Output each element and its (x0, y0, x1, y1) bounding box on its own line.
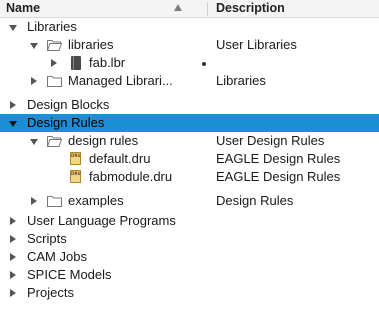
expand-arrow-icon[interactable] (30, 139, 38, 145)
tree-item-label: SPICE Models (27, 267, 112, 282)
expand-arrow-icon[interactable] (10, 101, 16, 109)
tree-item-label: Libraries (27, 19, 77, 34)
column-divider[interactable] (207, 2, 208, 16)
expand-arrow-icon[interactable] (10, 217, 16, 225)
dru-file-icon: DRU (70, 152, 81, 165)
tree-item-label: default.dru (89, 151, 151, 166)
tree-item-description: EAGLE Design Rules (216, 169, 341, 184)
tree-row-scripts[interactable]: Scripts (0, 230, 379, 248)
expand-arrow-icon[interactable] (10, 271, 16, 279)
tree-item-label: Design Rules (27, 115, 105, 130)
tree-row-libraries[interactable]: Libraries (0, 18, 379, 36)
description-column-header[interactable]: Description (216, 0, 285, 17)
expand-arrow-icon[interactable] (31, 77, 37, 85)
tree-row-libraries-folder[interactable]: libraries User Libraries (0, 36, 379, 54)
tree-item-label: libraries (68, 37, 114, 52)
tree-row-managed-libraries[interactable]: Managed Librari... Libraries (0, 72, 379, 90)
tree-row-design-rules-folder[interactable]: design rules User Design Rules (0, 132, 379, 150)
expand-arrow-icon[interactable] (10, 289, 16, 297)
library-file-icon (71, 56, 81, 70)
tree-row-examples[interactable]: examples Design Rules (0, 192, 379, 210)
tree-row-cam-jobs[interactable]: CAM Jobs (0, 248, 379, 266)
open-folder-icon (47, 136, 62, 147)
in-use-indicator[interactable] (202, 62, 206, 66)
dru-file-icon: DRU (70, 170, 81, 183)
tree-row-fab-lbr[interactable]: fab.lbr (0, 54, 379, 72)
tree-item-description: User Libraries (216, 37, 297, 52)
tree-item-label: CAM Jobs (27, 249, 87, 264)
tree-item-label: Projects (27, 285, 74, 300)
tree-item-label: fab.lbr (89, 55, 126, 70)
tree-item-label: design rules (68, 133, 139, 148)
tree-item-description: User Design Rules (216, 133, 325, 148)
name-column-header[interactable]: Name (6, 0, 40, 17)
tree-row-projects[interactable]: Projects (0, 284, 379, 302)
sort-ascending-icon[interactable] (174, 4, 182, 11)
expand-arrow-icon[interactable] (9, 121, 17, 127)
tree-row-design-rules[interactable]: Design Rules (0, 114, 379, 132)
tree-item-label: Scripts (27, 231, 67, 246)
expand-arrow-icon[interactable] (30, 43, 38, 49)
tree-row-spice-models[interactable]: SPICE Models (0, 266, 379, 284)
expand-arrow-icon[interactable] (10, 235, 16, 243)
tree-item-label: fabmodule.dru (89, 169, 173, 184)
folder-icon (47, 76, 62, 87)
expand-arrow-icon[interactable] (51, 59, 57, 67)
tree-item-label: Managed Librari... (68, 73, 173, 88)
tree-item-description: Design Rules (216, 193, 294, 208)
expand-arrow-icon[interactable] (10, 253, 16, 261)
folder-icon (47, 196, 62, 207)
tree-row-default-dru[interactable]: DRU default.dru EAGLE Design Rules (0, 150, 379, 168)
tree-row-design-blocks[interactable]: Design Blocks (0, 96, 379, 114)
tree-item-label: examples (68, 193, 124, 208)
tree-item-label: Design Blocks (27, 97, 110, 112)
expand-arrow-icon[interactable] (9, 25, 17, 31)
column-header: Name Description (0, 0, 379, 18)
tree-item-description: EAGLE Design Rules (216, 151, 341, 166)
tree-item-label: User Language Programs (27, 213, 176, 228)
tree-row-user-language-programs[interactable]: User Language Programs (0, 212, 379, 230)
tree-item-description: Libraries (216, 73, 266, 88)
expand-arrow-icon[interactable] (31, 197, 37, 205)
tree-row-fabmodule-dru[interactable]: DRU fabmodule.dru EAGLE Design Rules (0, 168, 379, 186)
open-folder-icon (47, 40, 62, 51)
